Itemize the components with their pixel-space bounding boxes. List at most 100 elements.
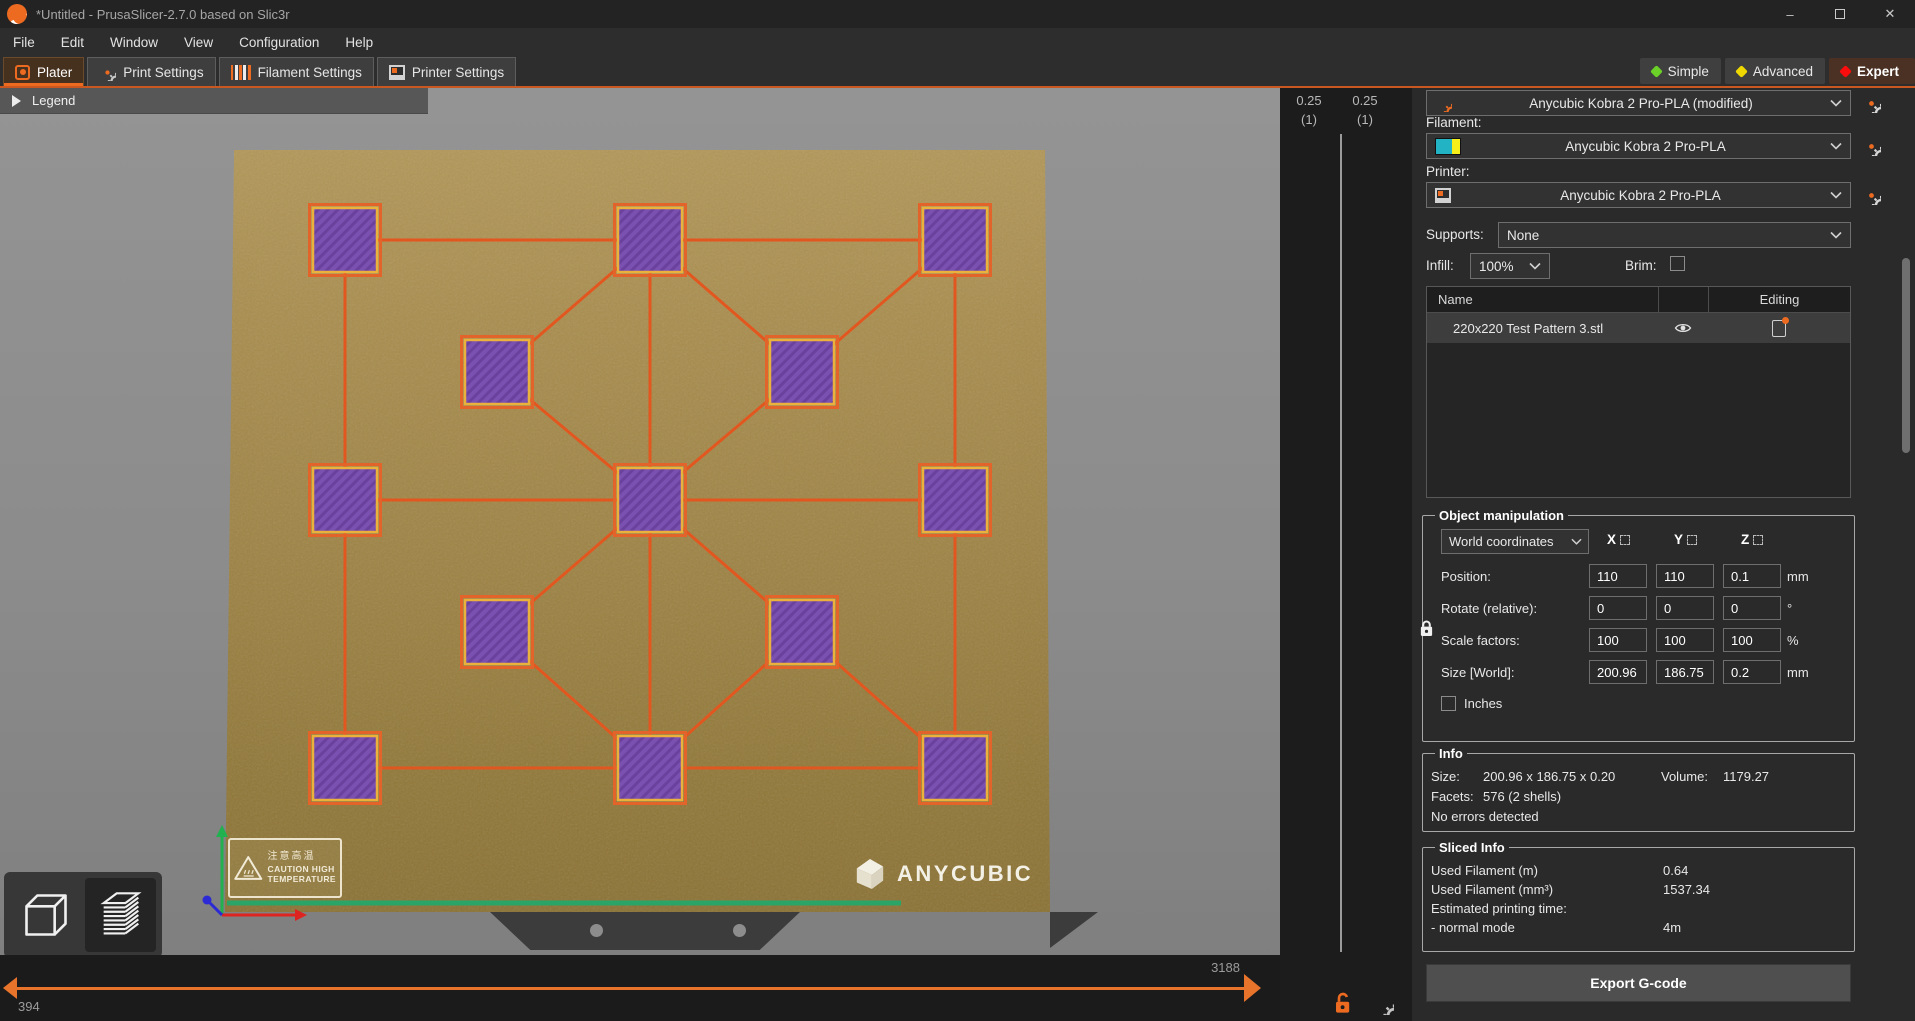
edit-printer-button[interactable] bbox=[1858, 182, 1884, 208]
panel-scrollbar[interactable] bbox=[1902, 258, 1910, 453]
move-slider-strip: 3188 394 bbox=[0, 955, 1280, 1021]
print-settings-combo[interactable]: Anycubic Kobra 2 Pro-PLA (modified) bbox=[1426, 90, 1851, 116]
menu-window[interactable]: Window bbox=[97, 28, 171, 56]
position-x-input[interactable] bbox=[1589, 564, 1647, 588]
position-y-input[interactable] bbox=[1656, 564, 1714, 588]
mode-switcher: Simple Advanced Expert bbox=[1640, 58, 1915, 84]
minimize-button[interactable]: – bbox=[1765, 0, 1815, 28]
slider-left-arrow[interactable] bbox=[3, 977, 17, 999]
scale-z-input[interactable] bbox=[1723, 628, 1781, 652]
tab-printer-settings[interactable]: Printer Settings bbox=[377, 57, 516, 86]
axis-z-icon bbox=[1753, 535, 1763, 545]
brim-checkbox[interactable] bbox=[1670, 256, 1685, 271]
object-editing-button[interactable] bbox=[1708, 320, 1850, 337]
scale-y-input[interactable] bbox=[1656, 628, 1714, 652]
infill-combo[interactable]: 100% bbox=[1470, 253, 1550, 279]
edit-filament-button[interactable] bbox=[1858, 133, 1884, 159]
facets-label: Facets: bbox=[1431, 789, 1483, 804]
simple-mode-icon bbox=[1650, 65, 1663, 78]
position-row: Position: mm bbox=[1431, 563, 1846, 589]
bed-brand-text: ANYCUBIC bbox=[897, 861, 1033, 887]
edit-print-settings-button[interactable] bbox=[1858, 90, 1884, 116]
toggle-visibility-button[interactable] bbox=[1658, 322, 1708, 334]
sliced-info-title: Sliced Info bbox=[1435, 840, 1509, 855]
size-x-input[interactable] bbox=[1589, 660, 1647, 684]
mode-advanced-button[interactable]: Advanced bbox=[1725, 58, 1825, 84]
chevron-down-icon bbox=[1830, 99, 1842, 107]
tab-plater[interactable]: Plater bbox=[3, 57, 84, 86]
chevron-down-icon bbox=[1529, 262, 1541, 270]
errors-status: No errors detected bbox=[1431, 809, 1539, 824]
slider-max-value: 3188 bbox=[1160, 960, 1240, 975]
caution-text-en2: TEMPERATURE bbox=[268, 874, 336, 885]
mode-simple-button[interactable]: Simple bbox=[1640, 58, 1721, 84]
scale-x-input[interactable] bbox=[1589, 628, 1647, 652]
column-name: Name bbox=[1427, 292, 1658, 307]
inches-checkbox[interactable] bbox=[1441, 696, 1456, 711]
estimated-time-label: Estimated printing time: bbox=[1431, 901, 1663, 916]
chevron-down-icon bbox=[1830, 231, 1842, 239]
coordinate-system-combo[interactable]: World coordinates bbox=[1441, 529, 1589, 554]
object-list-header: Name Editing bbox=[1427, 287, 1850, 313]
bed-mount-tab-right bbox=[1050, 912, 1098, 948]
uniform-scale-lock-icon[interactable] bbox=[1419, 619, 1434, 638]
position-z-input[interactable] bbox=[1723, 564, 1781, 588]
printer-icon bbox=[1435, 188, 1451, 203]
menu-bar: File Edit Window View Configuration Help bbox=[0, 28, 1915, 56]
menu-edit[interactable]: Edit bbox=[48, 28, 97, 56]
maximize-button[interactable] bbox=[1815, 0, 1865, 28]
object-manipulation-panel: Object manipulation World coordinates X … bbox=[1422, 508, 1855, 742]
title-bar: *Untitled - PrusaSlicer-2.7.0 based on S… bbox=[0, 0, 1915, 28]
used-filament-m-label: Used Filament (m) bbox=[1431, 863, 1663, 878]
export-gcode-button[interactable]: Export G-code bbox=[1426, 964, 1851, 1002]
tab-filament-settings[interactable]: Filament Settings bbox=[219, 57, 374, 86]
layer-slider-track[interactable] bbox=[1340, 134, 1342, 952]
rotate-x-input[interactable] bbox=[1589, 596, 1647, 620]
horizontal-move-slider[interactable] bbox=[16, 987, 1244, 990]
axis-header-x: X bbox=[1607, 532, 1630, 547]
slider-unlock-icon[interactable] bbox=[1332, 991, 1352, 1015]
rotate-y-input[interactable] bbox=[1656, 596, 1714, 620]
printer-combo[interactable]: Anycubic Kobra 2 Pro-PLA bbox=[1426, 182, 1851, 208]
tab-print-settings[interactable]: Print Settings bbox=[87, 57, 215, 86]
volume-label: Volume: bbox=[1661, 769, 1723, 784]
menu-configuration[interactable]: Configuration bbox=[226, 28, 332, 56]
slider-right-arrow[interactable] bbox=[1244, 974, 1261, 1002]
view-mode-toolbar bbox=[4, 872, 162, 958]
menu-file[interactable]: File bbox=[0, 28, 48, 56]
app-logo-icon bbox=[7, 4, 27, 24]
rotate-z-input[interactable] bbox=[1723, 596, 1781, 620]
axis-header-z: Z bbox=[1741, 532, 1763, 547]
used-filament-m-value: 0.64 bbox=[1663, 863, 1688, 878]
legend-expand-icon[interactable] bbox=[12, 95, 21, 107]
supports-combo[interactable]: None bbox=[1498, 222, 1851, 248]
filament-icon bbox=[231, 65, 251, 80]
slider-settings-gear-icon[interactable] bbox=[1372, 993, 1394, 1015]
size-y-input[interactable] bbox=[1656, 660, 1714, 684]
sliced-toolpath-preview bbox=[225, 150, 1050, 912]
inches-row: Inches bbox=[1431, 693, 1846, 713]
advanced-mode-icon bbox=[1735, 65, 1748, 78]
close-button[interactable]: ✕ bbox=[1865, 0, 1915, 28]
filament-label: Filament: bbox=[1426, 115, 1482, 130]
3d-viewport[interactable]: 注意高温 CAUTION HIGH TEMPERATURE ANYCUBIC bbox=[0, 88, 1280, 1021]
slider-min-value: 394 bbox=[18, 999, 40, 1014]
bed-caution-label: 注意高温 CAUTION HIGH TEMPERATURE bbox=[228, 838, 342, 898]
menu-help[interactable]: Help bbox=[332, 28, 386, 56]
mode-expert-button[interactable]: Expert bbox=[1829, 58, 1915, 84]
plater-icon bbox=[15, 65, 30, 80]
size-z-input[interactable] bbox=[1723, 660, 1781, 684]
print-settings-gear-icon bbox=[99, 64, 116, 81]
used-filament-mm3-value: 1537.34 bbox=[1663, 882, 1710, 897]
legend-bar[interactable]: Legend bbox=[0, 88, 428, 114]
caution-text-en1: CAUTION HIGH bbox=[268, 864, 336, 875]
object-row[interactable]: 220x220 Test Pattern 3.stl bbox=[1427, 313, 1850, 343]
menu-view[interactable]: View bbox=[171, 28, 226, 56]
object-name: 220x220 Test Pattern 3.stl bbox=[1427, 321, 1658, 336]
bed-mount-tab bbox=[490, 912, 800, 950]
3d-editor-view-button[interactable] bbox=[10, 878, 81, 952]
maximize-icon bbox=[1835, 9, 1845, 19]
preview-view-button[interactable] bbox=[85, 878, 156, 952]
filament-combo[interactable]: Anycubic Kobra 2 Pro-PLA bbox=[1426, 133, 1851, 159]
expert-mode-icon bbox=[1839, 65, 1852, 78]
